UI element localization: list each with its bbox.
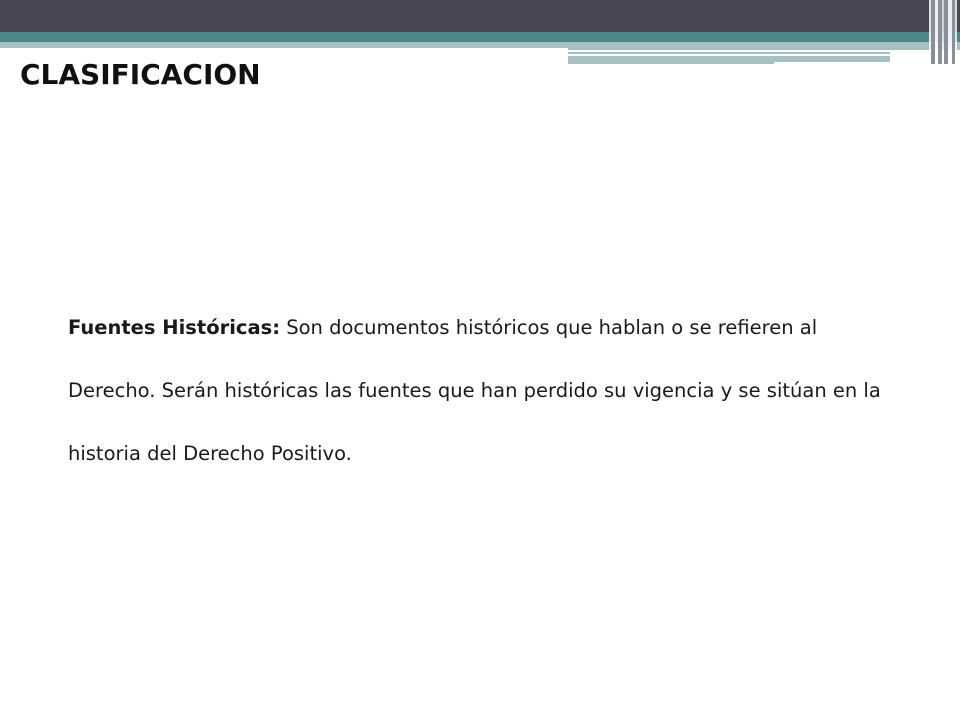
edge-stripe [935,0,938,64]
body-paragraph: Fuentes Históricas: Son documentos histó… [68,296,898,485]
header-band-dark [0,0,960,32]
header-block-lower [568,56,774,64]
slide: CLASIFICACION Fuentes Históricas: Son do… [0,0,960,720]
edge-stripe [948,0,952,64]
edge-stripe [942,0,944,64]
header-band-light-right [568,42,960,50]
edge-stripe [929,0,931,64]
header-thin-line [568,52,890,54]
paragraph-term: Fuentes Históricas: [68,316,281,339]
slide-title: CLASIFICACION [20,58,261,91]
header-block-lower-2 [774,56,890,62]
edge-stripe [955,0,957,64]
header-band-light-left [0,42,568,48]
header-band-teal [0,32,960,42]
